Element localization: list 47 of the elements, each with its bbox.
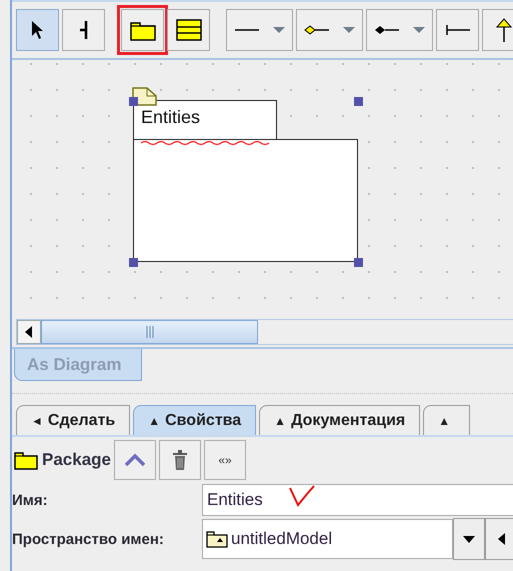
name-field[interactable]: Entities (202, 484, 513, 516)
scroll-left-button[interactable] (17, 320, 41, 344)
tool-button[interactable] (482, 9, 513, 51)
resize-handle[interactable] (354, 258, 363, 267)
package-icon (206, 530, 228, 548)
namespace-dropdown[interactable]: untitledModel (202, 519, 453, 559)
field-label: Пространство имен: (12, 530, 165, 548)
tool-button[interactable] (16, 9, 59, 51)
line-icon (232, 25, 286, 35)
note-icon (132, 87, 157, 106)
panel-tab[interactable]: ◄ Сделать (16, 405, 130, 435)
diamond-line-icon (302, 24, 356, 36)
class-icon (176, 19, 202, 41)
resize-handle[interactable] (129, 258, 138, 267)
diagram-canvas[interactable]: Entities (12, 58, 513, 349)
panel-tab[interactable]: ▲ Документация (259, 405, 420, 435)
dropdown-button[interactable] (453, 518, 485, 560)
stereotype-button[interactable]: «» (204, 440, 246, 480)
horizontal-scrollbar[interactable] (16, 319, 513, 345)
panel-tab[interactable]: ▲ Свойства (133, 405, 256, 435)
panel-tab[interactable]: ▲ (423, 405, 470, 435)
delete-button[interactable] (159, 440, 201, 480)
tool-button[interactable] (167, 9, 210, 51)
folder-icon (14, 450, 38, 470)
chevron-up-icon (125, 453, 145, 467)
bar-icon (78, 20, 88, 40)
caret-down-icon (463, 536, 475, 542)
handwritten-check-drawing (289, 485, 315, 507)
navigate-up-button[interactable] (114, 440, 156, 480)
resize-handle[interactable] (354, 97, 363, 106)
diamond-line-icon (372, 24, 426, 36)
package-body[interactable] (133, 139, 358, 262)
arrow-up-icon (496, 18, 512, 42)
package-name[interactable]: Entities (141, 107, 200, 128)
scroll-thumb[interactable] (41, 320, 258, 344)
arrow-pointer-icon (30, 20, 44, 40)
tool-button[interactable] (62, 9, 105, 51)
caret-left-icon (25, 326, 33, 338)
grip-icon (146, 326, 154, 338)
back-button[interactable] (485, 518, 513, 560)
package-tab[interactable] (133, 100, 277, 140)
trash-icon (172, 450, 188, 470)
bar-line-icon (444, 24, 470, 36)
resize-handle[interactable] (129, 97, 138, 106)
element-type-label: Package (14, 450, 111, 470)
field-label: Имя: (12, 492, 49, 508)
caret-left-icon (498, 533, 504, 545)
